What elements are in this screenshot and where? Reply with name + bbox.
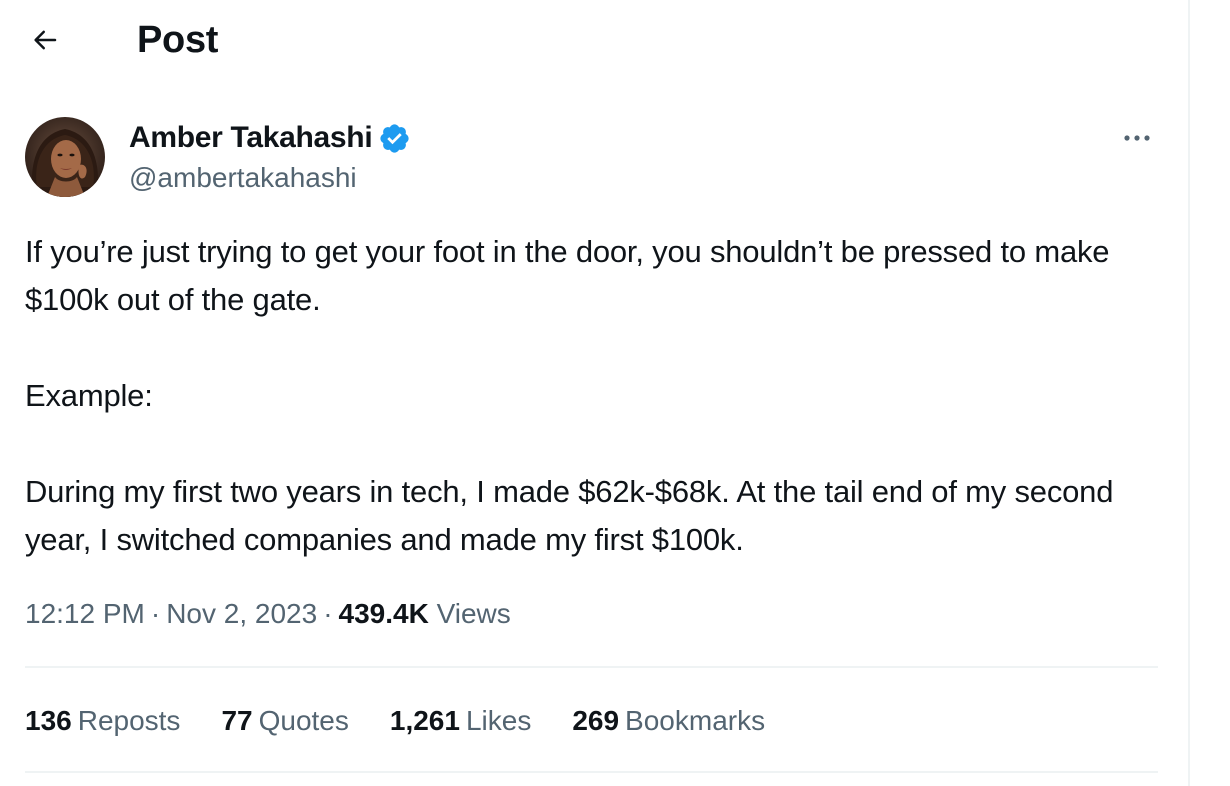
avatar[interactable] [25,117,105,197]
quotes-count: 77 [221,705,253,736]
bookmarks-label: Bookmarks [625,705,766,736]
avatar-image [25,117,105,197]
reposts-stat[interactable]: 136 Reposts [25,702,180,740]
views-count: 439.4K [338,598,429,629]
post-paragraph: During my first two years in tech, I mad… [25,474,1114,557]
author-name[interactable]: Amber Takahashi [129,118,373,158]
meta-separator: · [323,598,333,629]
column-border [1188,0,1190,786]
views-label: Views [436,598,511,629]
back-button[interactable] [22,20,68,60]
post-text: If you’re just trying to get your foot i… [25,228,1165,564]
likes-count: 1,261 [389,705,460,736]
more-options-button[interactable] [1114,118,1160,158]
post-paragraph: Example: [25,378,153,413]
likes-label: Likes [465,705,532,736]
author-handle[interactable]: @ambertakahashi [129,160,357,196]
page-title: Post [137,19,219,61]
reposts-count: 136 [25,705,72,736]
post-meta: 12:12 PM · Nov 2, 2023 · 439.4K Views [25,595,511,633]
post-time[interactable]: 12:12 PM [25,598,145,629]
engagement-stats: 136 Reposts 77 Quotes 1,261 Likes 269 Bookma… [25,702,765,740]
divider [25,771,1158,773]
verified-badge-icon[interactable] [378,122,411,155]
bookmarks-count: 269 [572,705,620,736]
quotes-stat[interactable]: 77 Quotes [221,702,348,740]
likes-stat[interactable]: 1,261 Likes [390,702,531,740]
arrow-left-icon [34,30,57,50]
post-paragraph: If you’re just trying to get your foot i… [25,234,1110,317]
bookmarks-stat[interactable]: 269 Bookmarks [572,702,765,740]
meta-separator: · [150,598,161,629]
quotes-label: Quotes [258,705,349,736]
reposts-label: Reposts [77,705,181,736]
post-date[interactable]: Nov 2, 2023 [166,598,317,629]
more-horizontal-icon [1124,135,1150,141]
divider [25,666,1158,668]
